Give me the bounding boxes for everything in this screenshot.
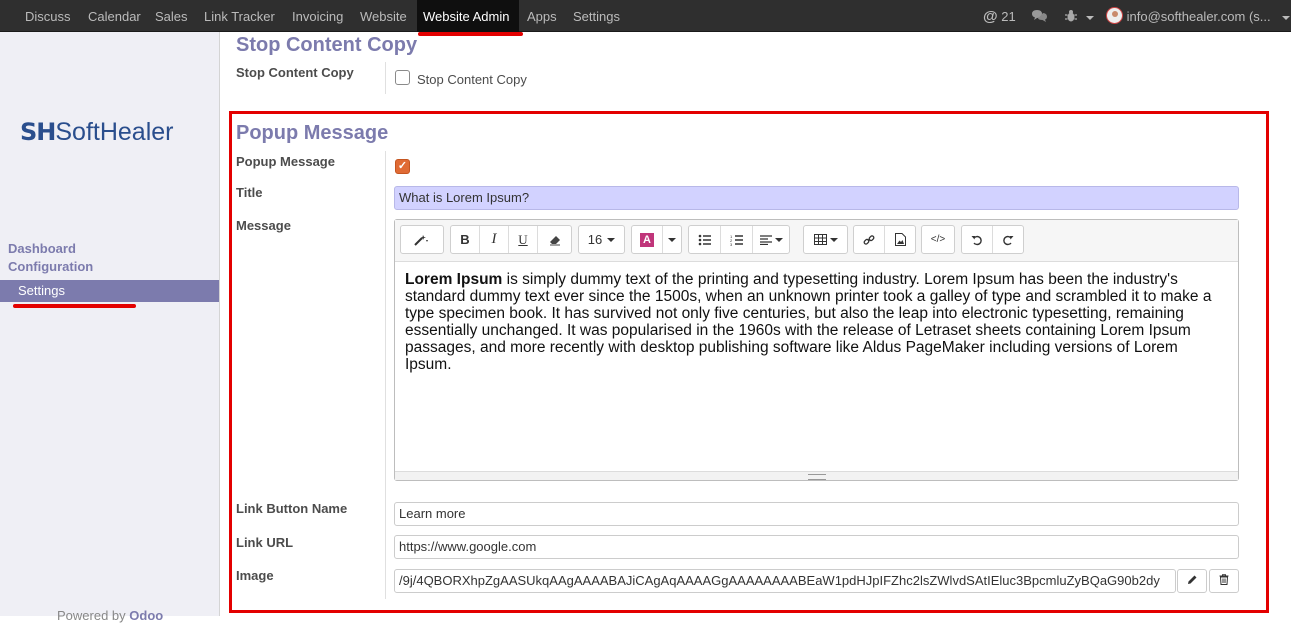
nav-link-tracker[interactable]: Link Tracker	[198, 0, 281, 32]
message-editor[interactable]: B I U 16 A 1 2 3 </> Lorem Ipsum is simp…	[394, 219, 1239, 481]
nav-discuss[interactable]: Discuss	[19, 0, 77, 32]
font-size-value: 16	[587, 232, 603, 247]
sidebar-item-configuration[interactable]: Configuration	[8, 259, 93, 274]
color-dropdown[interactable]	[663, 226, 681, 253]
at-icon: @	[983, 8, 998, 25]
redo-button[interactable]	[993, 226, 1023, 253]
undo-button[interactable]	[962, 226, 993, 253]
font-size-dropdown[interactable]: 16	[579, 226, 624, 253]
code-view-button[interactable]: </>	[922, 226, 954, 253]
chevron-down-icon	[774, 237, 783, 242]
resize-handle[interactable]	[395, 471, 1238, 480]
delete-image-button[interactable]	[1209, 569, 1239, 593]
avatar	[1106, 7, 1123, 25]
nav-settings[interactable]: Settings	[567, 0, 626, 32]
section-title-popup: Popup Message	[236, 122, 389, 144]
table-button[interactable]	[804, 226, 847, 253]
chat-icon[interactable]	[1031, 0, 1048, 32]
bug-icon	[1064, 9, 1082, 24]
link-url-label: Link URL	[236, 535, 294, 550]
top-navbar: Discuss Calendar Sales Link Tracker Invo…	[0, 0, 1291, 36]
bold-button[interactable]: B	[451, 226, 480, 253]
insert-group	[853, 225, 916, 254]
italic-button[interactable]: I	[480, 226, 509, 253]
section-title-stop-copy: Stop Content Copy	[236, 34, 418, 56]
chevron-down-icon	[668, 237, 676, 242]
stop-copy-label: Stop Content Copy	[236, 65, 354, 80]
link-button-name-input[interactable]: Learn more	[394, 502, 1239, 526]
text-color-button[interactable]: A	[632, 226, 663, 253]
numbered-list-button[interactable]: 123	[721, 226, 753, 253]
popup-message-label: Popup Message	[236, 154, 335, 169]
sidebar-item-dashboard[interactable]: Dashboard	[8, 241, 76, 256]
main-content: Stop Content Copy Stop Content Copy Stop…	[221, 32, 1291, 616]
editor-toolbar: B I U 16 A 1 2 3 </>	[395, 220, 1238, 262]
color-group: A	[631, 225, 682, 254]
nav-calendar[interactable]: Calendar	[82, 0, 147, 32]
text-color-icon: A	[640, 232, 654, 247]
edit-image-button[interactable]	[1177, 569, 1207, 593]
mentions-button[interactable]: @ 21	[983, 0, 1016, 32]
image-label: Image	[236, 568, 274, 583]
bullet-list-button[interactable]	[689, 226, 721, 253]
eraser-button[interactable]	[538, 226, 571, 253]
stop-copy-checkbox-label: Stop Content Copy	[417, 72, 527, 87]
message-label: Message	[236, 218, 291, 233]
logo-mark: SH	[20, 118, 56, 146]
highlight-underline	[13, 304, 136, 308]
sidebar: SHSoftHealer Dashboard Configuration Set…	[0, 32, 220, 623]
nav-sales[interactable]: Sales	[149, 0, 194, 32]
code-group: </>	[921, 225, 955, 254]
title-input[interactable]: What is Lorem Ipsum?	[394, 186, 1239, 210]
link-button-name-label: Link Button Name	[236, 501, 348, 516]
image-field[interactable]: /9j/4QBORXhpZgAASUkqAAgAAAABAJiCAgAqAAAA…	[394, 569, 1176, 593]
chevron-down-icon	[829, 237, 838, 242]
stop-copy-checkbox[interactable]	[395, 70, 410, 85]
debug-menu[interactable]	[1064, 0, 1094, 32]
chevron-down-icon	[607, 237, 616, 242]
paragraph-align-button[interactable]	[753, 226, 789, 253]
nav-website-admin[interactable]: Website Admin	[417, 0, 519, 32]
style-group	[400, 225, 444, 254]
magic-wand-button[interactable]	[401, 226, 443, 253]
nav-invoicing[interactable]: Invoicing	[286, 0, 349, 32]
message-text: is simply dummy text of the printing and…	[405, 271, 1212, 373]
popup-message-checkbox[interactable]: ✓	[395, 159, 410, 174]
sidebar-item-settings[interactable]: Settings	[0, 280, 219, 302]
nav-website[interactable]: Website	[354, 0, 413, 32]
logo-text: SoftHealer	[55, 118, 174, 146]
editor-content[interactable]: Lorem Ipsum is simply dummy text of the …	[405, 271, 1225, 373]
table-group	[803, 225, 848, 254]
nav-apps[interactable]: Apps	[521, 0, 563, 32]
image-button[interactable]	[885, 226, 915, 253]
divider	[385, 62, 386, 94]
history-group	[961, 225, 1024, 254]
trash-icon	[1219, 574, 1229, 588]
user-email: info@softhealer.com (s...	[1126, 9, 1271, 24]
pencil-icon	[1187, 574, 1198, 588]
chevron-down-icon	[1282, 15, 1291, 20]
format-group: B I U	[450, 225, 572, 254]
title-label: Title	[236, 185, 263, 200]
link-url-input[interactable]: https://www.google.com	[394, 535, 1239, 559]
company-logo: SHSoftHealer	[20, 118, 174, 148]
message-bold-text: Lorem Ipsum	[405, 271, 503, 288]
user-menu[interactable]: info@softhealer.com (s...	[1106, 0, 1291, 32]
notification-count: 21	[1001, 9, 1016, 24]
underline-button[interactable]: U	[509, 226, 538, 253]
font-size-group: 16	[578, 225, 625, 254]
svg-text:3: 3	[730, 242, 733, 246]
chevron-down-icon	[1085, 15, 1094, 20]
list-group: 123	[688, 225, 790, 254]
link-button[interactable]	[854, 226, 885, 253]
divider	[385, 151, 386, 599]
